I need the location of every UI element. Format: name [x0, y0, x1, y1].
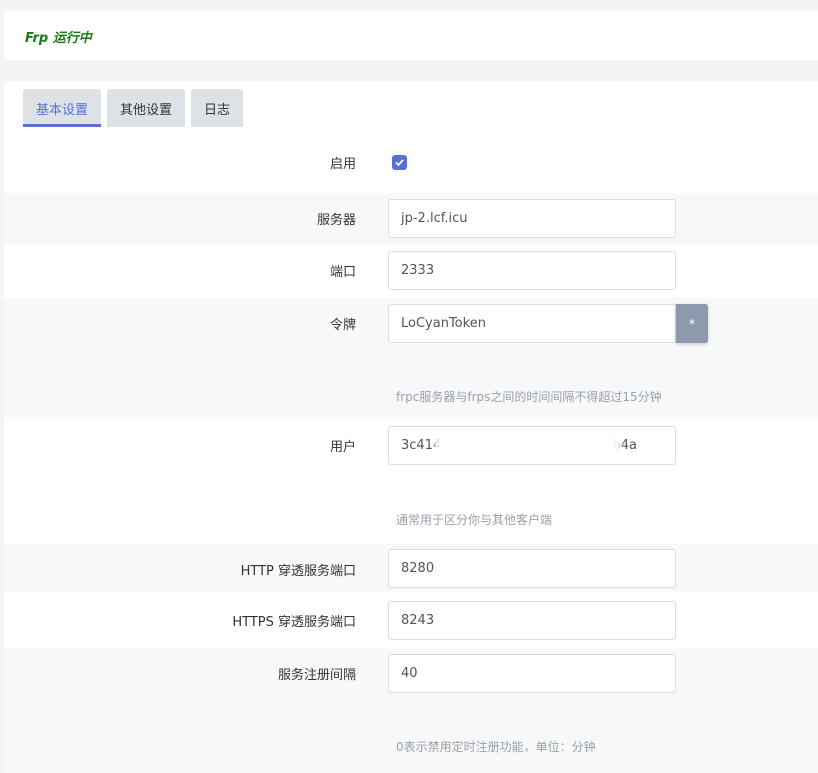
http-port-input[interactable]: 8280: [388, 549, 676, 588]
tab-log[interactable]: 日志: [191, 89, 244, 127]
row-http-port: HTTP 穿透服务端口 8280: [4, 544, 818, 592]
enable-label: 启用: [329, 157, 356, 172]
row-enable: 启用: [4, 127, 818, 193]
https-port-label: HTTPS 穿透服务端口: [232, 615, 356, 630]
token-input[interactable]: LoCyanToken: [388, 304, 676, 343]
user-label: 用户: [329, 440, 356, 455]
row-register-interval: 服务注册间隔 40 0表示禁用定时注册功能，单位：分钟: [4, 648, 818, 773]
redaction-mask: [435, 437, 621, 459]
http-port-label: HTTP 穿透服务端口: [240, 564, 356, 579]
user-input[interactable]: 3c414 b4a: [388, 426, 676, 465]
server-label: 服务器: [316, 213, 356, 228]
user-hint: 通常用于区分你与其他客户端: [396, 513, 553, 527]
row-user: 用户 3c414 b4a 通常用于区分你与其他客户端: [4, 417, 818, 544]
status-card: Frp 运行中: [4, 10, 818, 60]
row-token: 令牌 LoCyanToken * frpc服务器与frps之间的时间间隔不得超过…: [4, 298, 818, 417]
enable-checkbox[interactable]: [392, 155, 407, 170]
row-https-port: HTTPS 穿透服务端口 8243: [4, 592, 818, 648]
register-interval-label: 服务注册间隔: [277, 668, 356, 683]
reveal-token-button[interactable]: *: [676, 304, 708, 343]
server-input[interactable]: jp-2.lcf.icu: [388, 199, 676, 238]
row-port: 端口 2333: [4, 245, 818, 298]
register-interval-hint: 0表示禁用定时注册功能，单位：分钟: [396, 740, 596, 754]
check-icon: [395, 159, 404, 167]
port-input[interactable]: 2333: [388, 251, 676, 290]
status-text: Frp 运行中: [25, 31, 92, 46]
tab-other-settings[interactable]: 其他设置: [107, 89, 186, 127]
token-label: 令牌: [329, 318, 356, 333]
https-port-input[interactable]: 8243: [388, 601, 676, 640]
register-interval-input[interactable]: 40: [388, 654, 676, 693]
tab-bar: 基本设置 其他设置 日志: [23, 89, 249, 127]
port-label: 端口: [329, 265, 356, 280]
row-server: 服务器 jp-2.lcf.icu: [4, 193, 818, 245]
token-hint: frpc服务器与frps之间的时间间隔不得超过15分钟: [396, 390, 662, 404]
settings-panel: 基本设置 其他设置 日志 启用 服务器 jp-2.lcf.icu 端口 2333…: [4, 81, 818, 773]
tab-basic-settings[interactable]: 基本设置: [23, 89, 102, 127]
